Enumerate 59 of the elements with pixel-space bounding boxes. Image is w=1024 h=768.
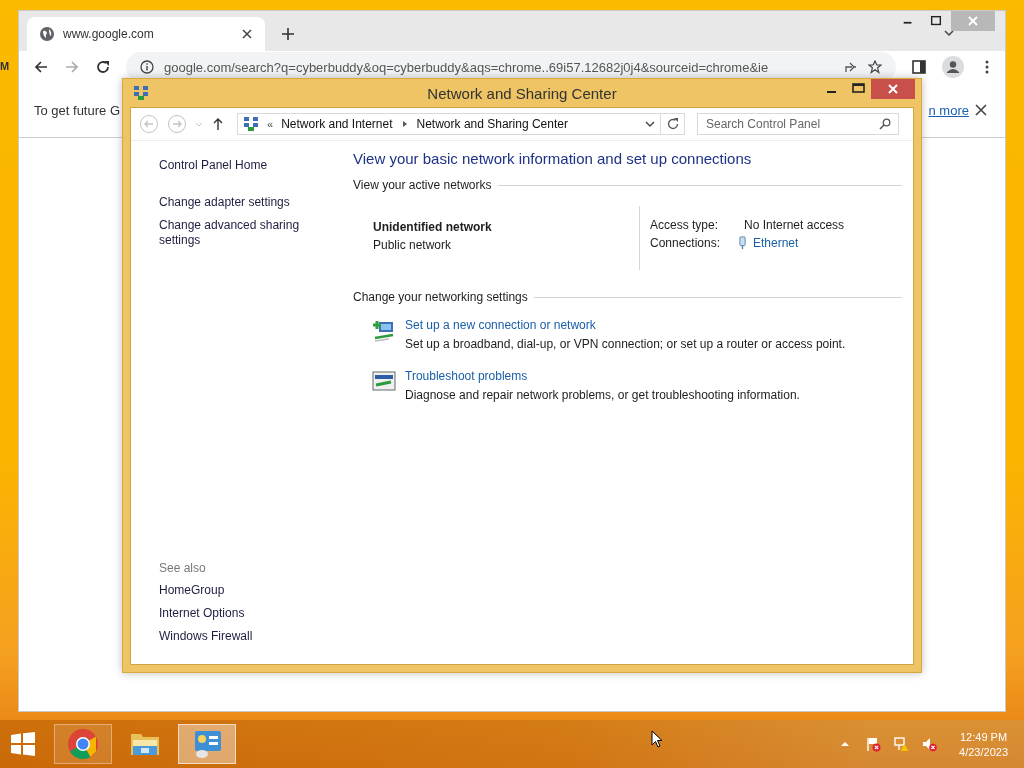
- connections-label: Connections:: [650, 236, 722, 250]
- speaker-muted-icon[interactable]: [921, 736, 938, 752]
- access-type-label: Access type:: [650, 218, 720, 232]
- refresh-icon: [665, 117, 680, 131]
- notice-text: To get future G: [34, 102, 120, 118]
- sidebar-link[interactable]: Control Panel Home: [159, 158, 325, 173]
- see-also-heading: See also: [159, 561, 207, 575]
- up-arrow-icon[interactable]: [211, 117, 225, 131]
- close-icon[interactable]: [241, 28, 253, 40]
- breadcrumb-overflow[interactable]: «: [267, 118, 274, 130]
- share-icon[interactable]: [844, 60, 858, 74]
- profile-avatar-icon[interactable]: [942, 56, 964, 78]
- reload-icon[interactable]: [95, 59, 111, 75]
- new-tab-icon[interactable]: [281, 27, 295, 41]
- browser-tab[interactable]: www.google.com: [27, 17, 265, 51]
- chevron-down-icon[interactable]: [645, 119, 655, 129]
- mouse-cursor-icon: [651, 730, 663, 748]
- sidebar-link[interactable]: Change adapter settings: [159, 195, 325, 210]
- section-heading: Change your networking settings: [353, 290, 528, 304]
- network-icon: [243, 116, 259, 132]
- close-icon[interactable]: [975, 104, 987, 116]
- flag-error-icon[interactable]: [865, 736, 882, 752]
- chrome-icon: [67, 728, 99, 760]
- search-field[interactable]: Search Control Panel: [697, 113, 899, 135]
- window-title: Network and Sharing Center: [427, 84, 617, 102]
- info-icon: [140, 60, 154, 74]
- see-also-link[interactable]: Internet Options: [159, 606, 325, 621]
- ethernet-plug-icon: [738, 236, 747, 250]
- back-arrow-icon[interactable]: [33, 59, 49, 75]
- chevron-right-icon[interactable]: [400, 120, 409, 128]
- section-heading: View your active networks: [353, 178, 492, 192]
- search-icon[interactable]: [879, 118, 891, 130]
- windows-start-icon[interactable]: [10, 731, 36, 757]
- globe-icon: [39, 26, 55, 42]
- learn-more-link[interactable]: n more: [928, 102, 969, 118]
- access-type-value: No Internet access: [744, 218, 845, 232]
- task-link[interactable]: Troubleshoot problems: [405, 369, 800, 383]
- network-type[interactable]: Public network: [373, 238, 639, 252]
- task-description: Set up a broadband, dial-up, or VPN connection; or set up a router or access point.: [405, 337, 846, 351]
- taskbar-app-button[interactable]: [178, 724, 236, 764]
- star-icon[interactable]: [868, 60, 882, 74]
- ethernet-link[interactable]: Ethernet: [753, 236, 799, 250]
- see-also-link[interactable]: HomeGroup: [159, 583, 325, 598]
- network-name: Unidentified network: [373, 220, 493, 234]
- breadcrumb-item[interactable]: Network and Internet: [281, 117, 393, 131]
- url-text: google.com/search?q=cyberbuddy&oq=cyberbuddy&aqs=chrome..69i57.12682j0j4&sourceid=chrome&ie: [164, 59, 770, 75]
- sidebar-link[interactable]: Change advanced sharing settings: [159, 218, 325, 248]
- side-panel-icon[interactable]: [911, 59, 927, 75]
- task-link[interactable]: Set up a new connection or network: [405, 318, 846, 332]
- refresh-button[interactable]: [661, 113, 685, 135]
- desktop-icon-label: M: [0, 60, 10, 72]
- see-also-link[interactable]: Windows Firewall: [159, 629, 325, 644]
- page-heading: View your basic network information and set up connections: [353, 150, 753, 167]
- chevron-down-icon[interactable]: [943, 27, 955, 39]
- breadcrumb-item[interactable]: Network and Sharing Center: [416, 117, 568, 131]
- network-icon: [133, 85, 149, 101]
- task-description: Diagnose and repair network problems, or get troubleshooting information.: [405, 388, 800, 402]
- address-field[interactable]: « Network and Internet Network and Sharing Center: [237, 113, 661, 135]
- taskbar-app-button[interactable]: [54, 724, 112, 764]
